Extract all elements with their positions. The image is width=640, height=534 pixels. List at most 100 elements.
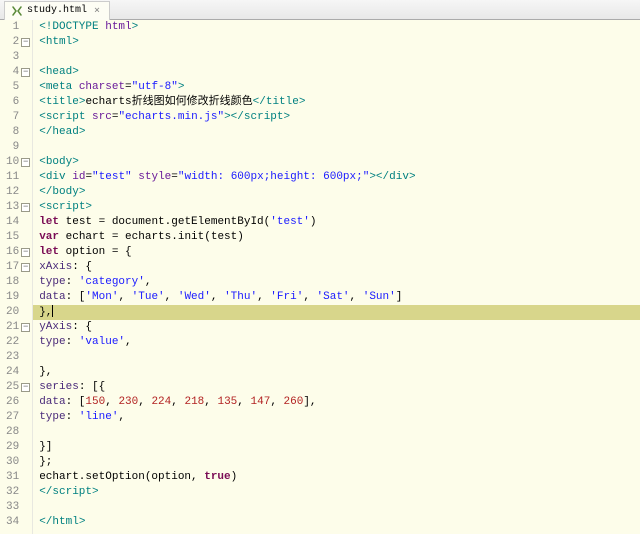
code-line[interactable]: type: 'category', xyxy=(39,275,640,290)
code-line[interactable] xyxy=(39,140,640,155)
close-icon[interactable]: ⨯ xyxy=(91,5,103,17)
code-line[interactable]: </head> xyxy=(39,125,640,140)
token: 'test' xyxy=(270,216,310,228)
line-number-gutter: 12−34−5678910−111213−141516−17−18192021−… xyxy=(0,20,33,534)
code-line-content: }, xyxy=(39,305,53,320)
token: , xyxy=(171,396,184,408)
code-line[interactable]: type: 'value', xyxy=(39,335,640,350)
token: }; xyxy=(39,456,52,468)
code-line[interactable]: var echart = echarts.init(test) xyxy=(39,230,640,245)
token: echarts折线图如何修改折线颜色 xyxy=(85,96,252,108)
code-line-content: <html> xyxy=(39,35,79,50)
fold-toggle-icon[interactable]: − xyxy=(21,158,30,167)
line-number: 2 xyxy=(13,35,20,50)
fold-toggle-icon[interactable]: − xyxy=(21,383,30,392)
code-line[interactable] xyxy=(39,50,640,65)
gutter-line: 27 xyxy=(6,410,30,425)
code-line[interactable]: <body> xyxy=(39,155,640,170)
code-line[interactable]: let option = { xyxy=(39,245,640,260)
gutter-line: 4− xyxy=(6,65,30,80)
code-area[interactable]: <!DOCTYPE html><html> <head> <meta chars… xyxy=(33,20,640,534)
token: { xyxy=(118,246,131,258)
code-line[interactable]: </html> xyxy=(39,515,640,530)
fold-toggle-icon[interactable]: − xyxy=(21,203,30,212)
code-line[interactable]: <script> xyxy=(39,200,640,215)
token: , xyxy=(211,291,224,303)
tab-bar: study.html ⨯ xyxy=(0,0,640,20)
token: > xyxy=(85,201,92,213)
token: : { xyxy=(72,321,92,333)
code-line[interactable]: echart.setOption(option, true) xyxy=(39,470,640,485)
code-line[interactable] xyxy=(39,425,640,440)
fold-toggle-icon[interactable]: − xyxy=(21,263,30,272)
token: ></ xyxy=(224,111,244,123)
token: echart.setOption(option, xyxy=(39,471,204,483)
editor-tab[interactable]: study.html ⨯ xyxy=(4,1,110,20)
gutter-line: 34 xyxy=(6,515,30,530)
token: style xyxy=(138,171,171,183)
line-number: 19 xyxy=(6,290,19,305)
token: script xyxy=(46,111,86,123)
token: , xyxy=(237,396,250,408)
code-line[interactable]: let test = document.getElementById('test… xyxy=(39,215,640,230)
code-line[interactable]: <html> xyxy=(39,35,640,50)
code-line[interactable]: yAxis: { xyxy=(39,320,640,335)
token: xAxis xyxy=(39,261,72,273)
code-line[interactable]: data: [150, 230, 224, 218, 135, 147, 260… xyxy=(39,395,640,410)
code-line[interactable]: <meta charset="utf-8"> xyxy=(39,80,640,95)
code-line[interactable] xyxy=(39,500,640,515)
gutter-line: 16− xyxy=(6,245,30,260)
fold-spacer xyxy=(21,278,30,287)
line-number: 1 xyxy=(13,20,20,35)
code-line[interactable]: data: ['Mon', 'Tue', 'Wed', 'Thu', 'Fri'… xyxy=(39,290,640,305)
code-line[interactable]: </body> xyxy=(39,185,640,200)
code-line[interactable]: series: [{ xyxy=(39,380,640,395)
line-number: 27 xyxy=(6,410,19,425)
gutter-line: 20 xyxy=(6,305,30,320)
code-line[interactable]: <script src="echarts.min.js"></script> xyxy=(39,110,640,125)
token: : [ xyxy=(66,291,86,303)
code-line[interactable]: }, xyxy=(39,365,640,380)
fold-spacer xyxy=(21,413,30,422)
code-line[interactable]: </script> xyxy=(39,485,640,500)
code-line[interactable]: <div id="test" style="width: 600px;heigh… xyxy=(39,170,640,185)
token: meta xyxy=(46,81,72,93)
code-line[interactable]: <head> xyxy=(39,65,640,80)
gutter-line: 22 xyxy=(6,335,30,350)
fold-toggle-icon[interactable]: − xyxy=(21,38,30,47)
fold-toggle-icon[interactable]: − xyxy=(21,68,30,77)
token: < xyxy=(39,111,46,123)
gutter-line: 12 xyxy=(6,185,30,200)
code-line-content: }] xyxy=(39,440,52,455)
token: , xyxy=(105,396,118,408)
code-line[interactable]: }] xyxy=(39,440,640,455)
fold-toggle-icon[interactable]: − xyxy=(21,248,30,257)
token: script xyxy=(52,486,92,498)
gutter-line: 7 xyxy=(6,110,30,125)
gutter-line: 24 xyxy=(6,365,30,380)
gutter-line: 9 xyxy=(6,140,30,155)
token: , xyxy=(118,411,125,423)
code-line[interactable]: <title>echarts折线图如何修改折线颜色</title> xyxy=(39,95,640,110)
code-line[interactable]: }, xyxy=(39,305,640,320)
token: </ xyxy=(39,186,52,198)
token: div xyxy=(389,171,409,183)
line-number: 14 xyxy=(6,215,19,230)
code-editor[interactable]: 12−34−5678910−111213−141516−17−18192021−… xyxy=(0,20,640,534)
fold-toggle-icon[interactable]: − xyxy=(21,323,30,332)
token: document.getElementById( xyxy=(105,216,270,228)
line-number: 11 xyxy=(6,170,19,185)
code-line[interactable]: <!DOCTYPE html> xyxy=(39,20,640,35)
line-number: 6 xyxy=(13,95,20,110)
code-line-content: echart.setOption(option, true) xyxy=(39,470,237,485)
code-line[interactable]: xAxis: { xyxy=(39,260,640,275)
token: ] xyxy=(396,291,403,303)
code-line-content: type: 'value', xyxy=(39,335,131,350)
code-line[interactable] xyxy=(39,350,640,365)
token: test xyxy=(59,216,99,228)
fold-spacer xyxy=(21,503,30,512)
code-line[interactable]: type: 'line', xyxy=(39,410,640,425)
code-line[interactable]: }; xyxy=(39,455,640,470)
token: echart xyxy=(59,231,112,243)
line-number: 31 xyxy=(6,470,19,485)
